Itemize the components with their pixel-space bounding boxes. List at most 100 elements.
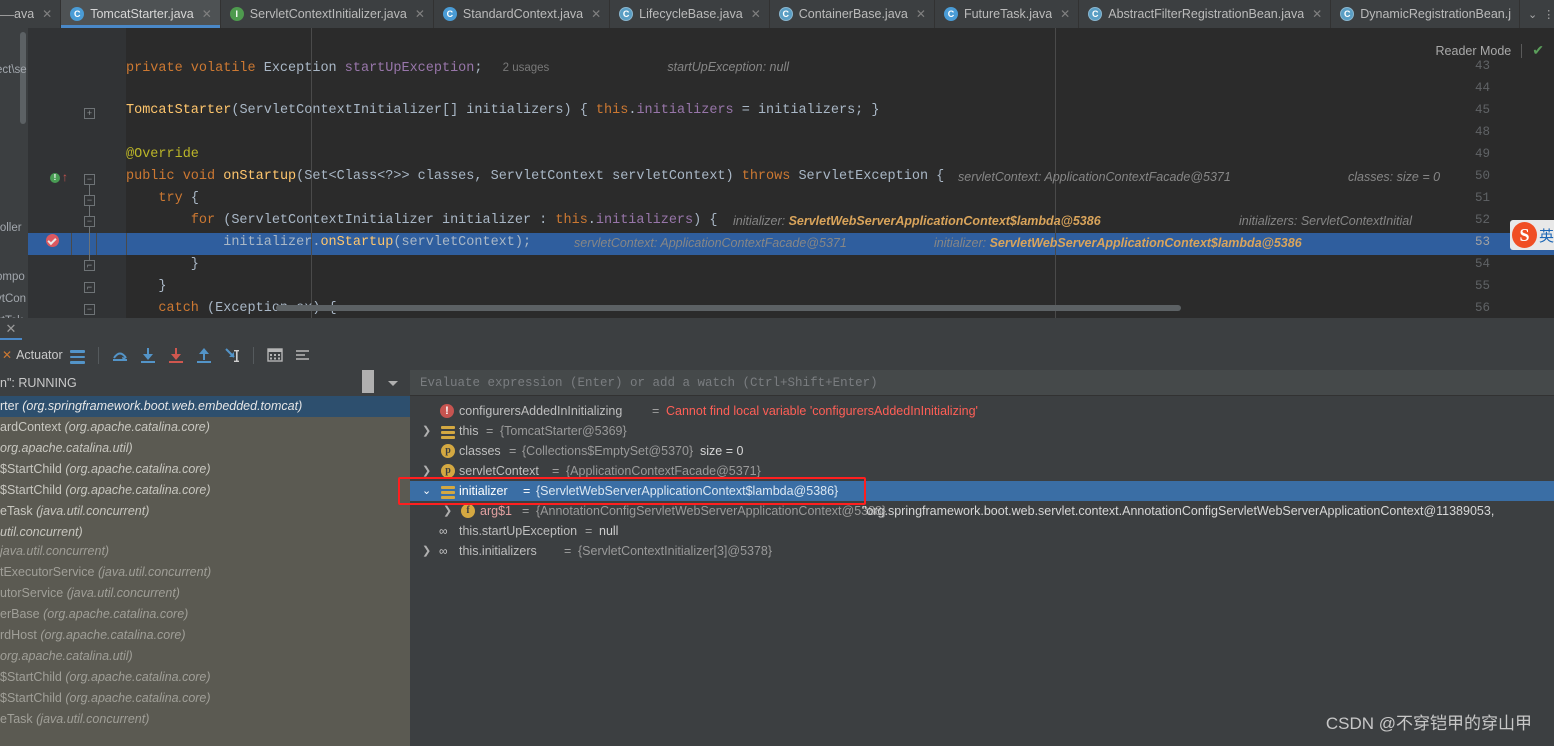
frame-method: rdHost [0, 628, 37, 642]
frame-row[interactable]: eTask (java.util.concurrent) [0, 709, 410, 730]
frame-method: utorService [0, 586, 64, 600]
frame-row[interactable]: util.concurrent) [0, 522, 410, 543]
interface-icon: I [229, 7, 244, 21]
frame-row[interactable]: java.util.concurrent) [0, 541, 410, 562]
frame-row[interactable]: eTask (java.util.concurrent) [0, 501, 410, 522]
fold-end-icon[interactable]: ⌐ [84, 260, 95, 271]
frame-package: (java.util.concurrent) [97, 565, 212, 579]
run-gutter-icon[interactable]: ! [50, 173, 60, 183]
more-options-icon[interactable]: ⋮ [1543, 8, 1554, 21]
project-scrollbar[interactable] [20, 32, 26, 124]
frame-row[interactable]: utorService (java.util.concurrent) [0, 583, 410, 604]
frame-row[interactable]: $StartChild (org.apache.catalina.core) [0, 480, 410, 501]
watch-icon: ∞ [439, 524, 448, 538]
code-line-50: public void onStartup(Set<Class<?>> clas… [126, 166, 944, 188]
filter-icon[interactable] [362, 370, 374, 393]
frame-row[interactable]: tExecutorService (java.util.concurrent) [0, 562, 410, 583]
chevron-down-icon[interactable]: ⌄ [1528, 8, 1537, 21]
frame-row[interactable]: rter (org.springframework.boot.web.embed… [0, 396, 410, 417]
frame-row[interactable]: ardContext (org.apache.catalina.core) [0, 417, 410, 438]
code-text: for (ServletContextInitializer initializ… [190, 213, 718, 228]
editor-tab-containerbase[interactable]: C ContainerBase.java ✕ [769, 0, 935, 28]
close-icon[interactable]: ✕ [591, 7, 601, 21]
close-icon[interactable]: ✕ [415, 7, 425, 21]
editor-tab-futuretask[interactable]: C FutureTask.java ✕ [934, 0, 1080, 28]
force-step-into-icon[interactable] [165, 344, 187, 366]
project-item[interactable]: ect\se [0, 64, 27, 76]
editor-tab-dynamicregistrationbean[interactable]: C DynamicRegistrationBean.j [1331, 0, 1520, 28]
project-item[interactable]: vtCon [0, 293, 26, 305]
close-icon[interactable]: ✕ [202, 7, 212, 21]
expand-arrow-icon[interactable]: ❯ [443, 501, 452, 521]
step-out-icon[interactable] [193, 344, 215, 366]
step-over-icon[interactable] [109, 344, 131, 366]
inline-debug-hint: startUpException: null [667, 60, 789, 74]
expand-arrow-icon[interactable]: ❯ [422, 461, 431, 481]
csdn-watermark: CSDN @不穿铠甲的穿山甲 [1325, 714, 1532, 733]
reader-mode-indicator[interactable]: Reader Mode ✔ [1436, 42, 1544, 59]
fold-end-icon[interactable]: ⌐ [84, 282, 95, 293]
code-editor[interactable]: ect\se roller ompo vtCon vtTok ! ↑ 43 44… [0, 28, 1554, 318]
fold-expand-icon[interactable]: + [84, 108, 95, 119]
frame-row[interactable]: $StartChild (org.apache.catalina.core) [0, 688, 410, 709]
editor-tab-lifecyclebase[interactable]: C LifecycleBase.java ✕ [610, 0, 770, 28]
code-text-area[interactable]: private volatile Exception startUpExcept… [126, 28, 1554, 318]
frame-row[interactable]: $StartChild (org.apache.catalina.core) [0, 459, 410, 480]
frame-package: (java.util.concurrent) [36, 712, 150, 726]
equals-sign: = [585, 524, 593, 538]
breakpoint-icon[interactable] [46, 234, 59, 247]
project-item[interactable]: ompo [0, 271, 25, 283]
project-item[interactable]: vtTok [0, 315, 23, 318]
fold-collapse-icon[interactable]: − [84, 304, 95, 315]
close-icon[interactable]: ✕ [751, 7, 761, 21]
frame-row[interactable]: rdHost (org.apache.catalina.core) [0, 625, 410, 646]
variable-row-initializer[interactable]: ⌄ initializer = {ServletWebServerApplica… [410, 481, 1554, 501]
collapse-icon[interactable]: — [0, 0, 14, 28]
frame-row[interactable]: $StartChild (org.apache.catalina.core) [0, 667, 410, 688]
collapse-arrow-icon[interactable]: ⌄ [422, 481, 431, 501]
editor-tab-partial[interactable]: ava ✕ [14, 0, 62, 28]
code-line-43: private volatile Exception startUpExcept… [126, 56, 789, 78]
chevron-down-icon[interactable] [388, 380, 398, 386]
frame-package: (org.apache.catalina.core) [65, 483, 211, 497]
debug-session-title[interactable]: ✕ Actuator [0, 348, 63, 362]
code-text: } [126, 257, 199, 272]
frame-method: tExecutorService [0, 565, 95, 579]
frames-panel[interactable]: n": RUNNING rter (org.springframework.bo… [0, 370, 410, 746]
frame-package: (java.util.concurrent) [36, 504, 150, 518]
reader-mode-label: Reader Mode [1435, 43, 1512, 58]
frame-row[interactable]: org.apache.catalina.util) [0, 646, 410, 667]
expand-arrow-icon[interactable]: ❯ [422, 541, 431, 561]
editor-tab-abstractfilterregistrationbean[interactable]: C AbstractFilterRegistrationBean.java ✕ [1079, 0, 1332, 28]
menu-icon[interactable] [66, 344, 88, 366]
frame-method: $StartChild [0, 670, 62, 684]
close-icon[interactable]: ✕ [916, 7, 926, 21]
editor-tab-tomcatstarter[interactable]: C TomcatStarter.java ✕ [61, 0, 221, 28]
project-item[interactable]: roller [0, 222, 22, 234]
evaluate-expression-input[interactable]: Evaluate expression (Enter) or add a wat… [410, 370, 1554, 396]
divider [252, 346, 254, 364]
fold-collapse-icon[interactable]: − [84, 174, 95, 185]
editor-horizontal-scrollbar[interactable] [276, 305, 1181, 311]
project-tree-fragment[interactable]: ect\se roller ompo vtCon vtTok [0, 28, 28, 318]
close-icon[interactable]: ✕ [1060, 7, 1070, 21]
close-icon[interactable]: ✕ [42, 7, 52, 21]
close-icon[interactable]: ✕ [0, 318, 22, 340]
sogou-ime-text: 英 [1538, 227, 1554, 245]
variables-panel[interactable]: Evaluate expression (Enter) or add a wat… [410, 370, 1554, 746]
editor-tab-standardcontext[interactable]: C StandardContext.java ✕ [433, 0, 611, 28]
step-into-icon[interactable] [137, 344, 159, 366]
frame-row[interactable]: org.apache.catalina.util) [0, 438, 410, 459]
sort-icon[interactable] [292, 344, 314, 366]
run-to-cursor-icon[interactable] [221, 344, 243, 366]
error-icon: ! [440, 404, 454, 418]
editor-gutter[interactable] [28, 28, 126, 318]
frame-row[interactable]: erBase (org.apache.catalina.core) [0, 604, 410, 625]
evaluate-icon[interactable] [264, 344, 286, 366]
editor-tab-servletcontextinitializer[interactable]: I ServletContextInitializer.java ✕ [220, 0, 434, 28]
close-icon[interactable]: ✕ [1312, 7, 1322, 21]
fold-collapse-icon[interactable]: − [84, 216, 95, 227]
frame-method: erBase [0, 607, 40, 621]
fold-collapse-icon[interactable]: − [84, 195, 95, 206]
expand-arrow-icon[interactable]: ❯ [422, 421, 431, 441]
